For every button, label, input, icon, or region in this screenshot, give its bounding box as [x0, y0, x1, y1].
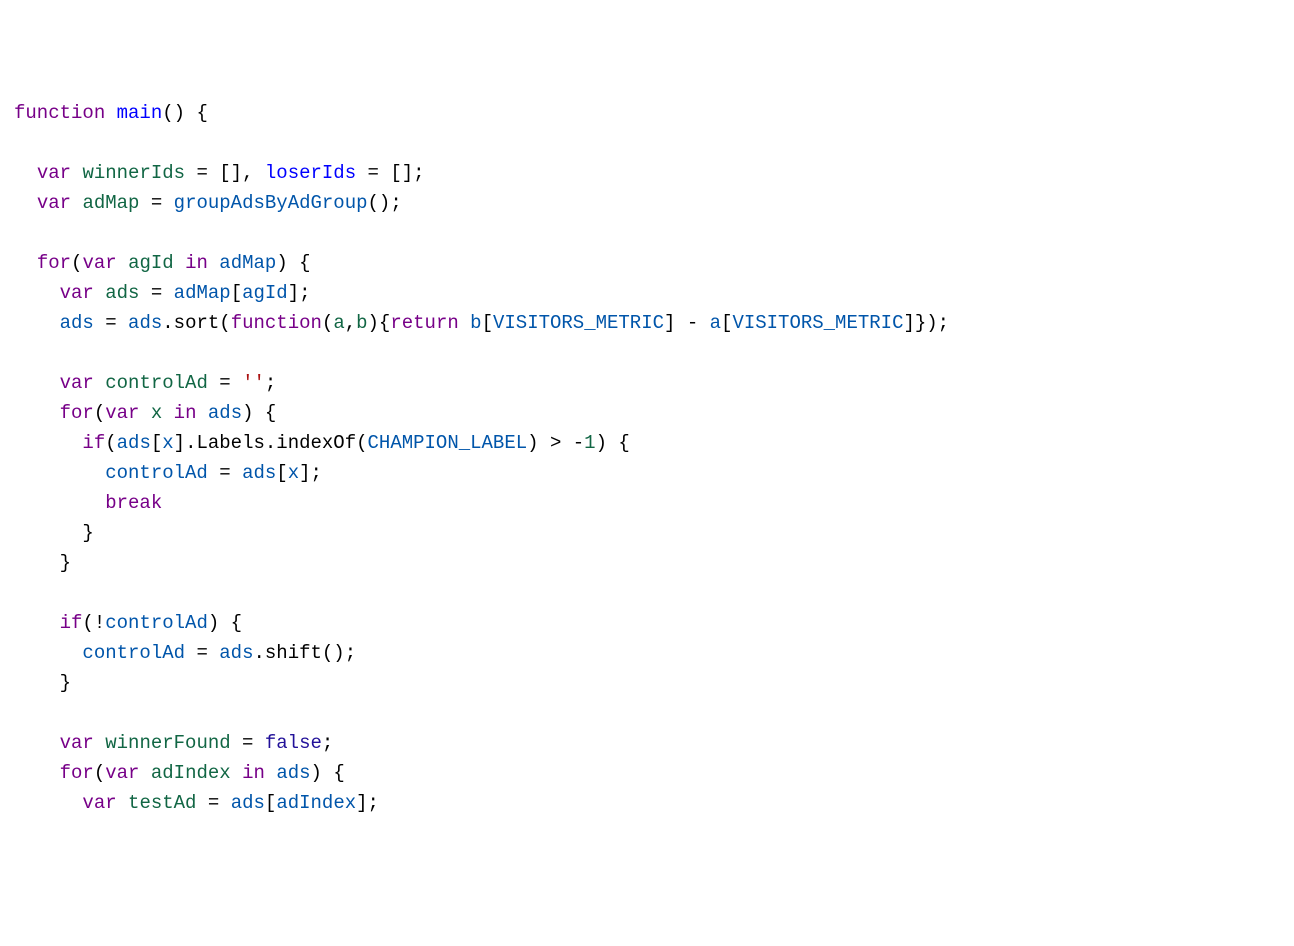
code-block: function main() { var winnerIds = [], lo…: [14, 98, 1280, 818]
